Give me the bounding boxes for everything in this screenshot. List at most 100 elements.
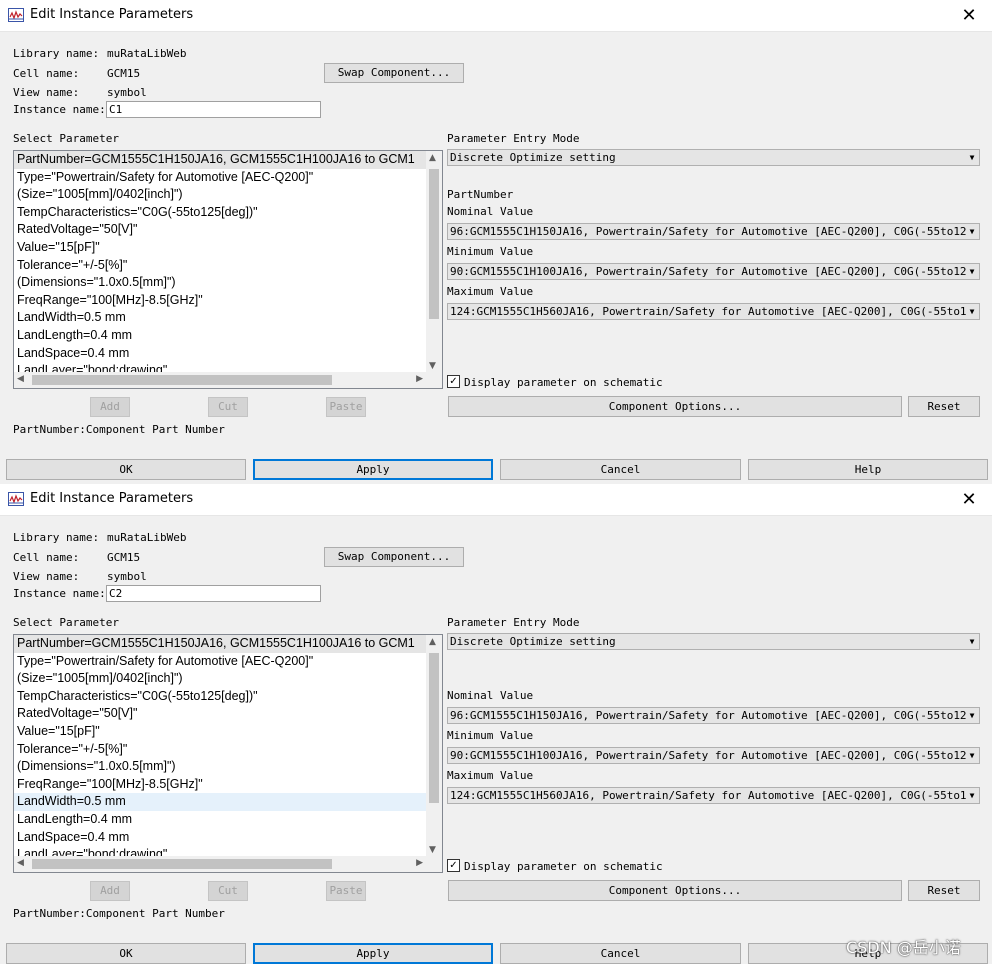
view-name-label: View name: <box>13 570 80 583</box>
list-item[interactable]: (Size="1005[mm]/0402[inch]") <box>14 670 426 688</box>
scroll-thumb[interactable] <box>32 859 332 869</box>
maximum-value-label: Maximum Value <box>447 769 534 782</box>
horizontal-scrollbar[interactable]: ◀ ▶ <box>14 856 426 872</box>
list-item[interactable]: Tolerance="+/-5[%]" <box>14 257 426 275</box>
instance-name-input[interactable]: C2 <box>106 585 321 602</box>
chevron-down-icon[interactable]: ▼ <box>429 845 436 855</box>
close-icon[interactable]: ✕ <box>946 484 992 515</box>
close-icon[interactable]: ✕ <box>946 0 992 31</box>
cut-button[interactable]: Cut <box>208 881 248 901</box>
add-button[interactable]: Add <box>90 397 130 417</box>
list-item[interactable]: LandSpace=0.4 mm <box>14 345 426 363</box>
help-button[interactable]: Help <box>748 459 988 480</box>
edit-instance-dialog-c2: Edit Instance Parameters ✕ Library name:… <box>0 484 992 964</box>
paste-button[interactable]: Paste <box>326 397 366 417</box>
horizontal-scrollbar[interactable]: ◀ ▶ <box>14 372 426 388</box>
list-item[interactable]: LandSpace=0.4 mm <box>14 829 426 847</box>
parameter-list[interactable]: PartNumber=GCM1555C1H150JA16, GCM1555C1H… <box>13 634 443 873</box>
list-item[interactable]: LandWidth=0.5 mm <box>14 793 426 811</box>
list-item[interactable]: LandWidth=0.5 mm <box>14 309 426 327</box>
swap-component-button[interactable]: Swap Component... <box>324 547 464 567</box>
entry-mode-value: Discrete Optimize setting <box>450 635 616 648</box>
chevron-up-icon[interactable]: ▲ <box>429 637 436 647</box>
chevron-left-icon[interactable]: ◀ <box>17 374 24 384</box>
list-item[interactable]: LandLength=0.4 mm <box>14 327 426 345</box>
component-options-button[interactable]: Component Options... <box>448 396 902 417</box>
instance-name-label: Instance name: <box>13 103 106 116</box>
list-item[interactable]: Value="15[pF]" <box>14 239 426 257</box>
add-button[interactable]: Add <box>90 881 130 901</box>
nominal-value-dropdown[interactable]: 96:GCM1555C1H150JA16, Powertrain/Safety … <box>447 223 980 240</box>
minimum-value-dropdown[interactable]: 90:GCM1555C1H100JA16, Powertrain/Safety … <box>447 747 980 764</box>
list-item[interactable]: PartNumber=GCM1555C1H150JA16, GCM1555C1H… <box>14 635 426 653</box>
vertical-scrollbar[interactable]: ▲ ▼ <box>426 635 442 856</box>
list-item[interactable]: LandLength=0.4 mm <box>14 811 426 829</box>
cut-button[interactable]: Cut <box>208 397 248 417</box>
list-item[interactable]: TempCharacteristics="C0G(-55to125[deg])" <box>14 204 426 222</box>
cell-name-value: GCM15 <box>107 67 141 80</box>
ok-button[interactable]: OK <box>6 943 246 964</box>
watermark: CSDN @岳小诺 <box>846 938 961 957</box>
reset-button[interactable]: Reset <box>908 396 980 417</box>
apply-button[interactable]: Apply <box>253 459 493 480</box>
nominal-value-dropdown[interactable]: 96:GCM1555C1H150JA16, Powertrain/Safety … <box>447 707 980 724</box>
cancel-button[interactable]: Cancel <box>500 943 741 964</box>
scroll-thumb[interactable] <box>429 169 439 319</box>
chevron-down-icon[interactable]: ▼ <box>429 361 436 371</box>
title-bar: Edit Instance Parameters ✕ <box>0 0 992 32</box>
entry-mode-dropdown[interactable]: Discrete Optimize setting ▼ <box>447 149 980 166</box>
chevron-down-icon: ▼ <box>969 711 975 720</box>
view-name-label: View name: <box>13 86 80 99</box>
vertical-scrollbar[interactable]: ▲ ▼ <box>426 151 442 372</box>
list-item[interactable]: RatedVoltage="50[V]" <box>14 221 426 239</box>
chevron-up-icon[interactable]: ▲ <box>429 153 436 163</box>
maximum-value-label: Maximum Value <box>447 285 534 298</box>
list-item[interactable]: LandLayer="bond:drawing" <box>14 362 426 372</box>
list-item[interactable]: Value="15[pF]" <box>14 723 426 741</box>
paste-button[interactable]: Paste <box>326 881 366 901</box>
display-on-schematic-checkbox[interactable]: ✓ <box>447 375 460 388</box>
parameter-list[interactable]: PartNumber=GCM1555C1H150JA16, GCM1555C1H… <box>13 150 443 389</box>
apply-button[interactable]: Apply <box>253 943 493 964</box>
chevron-down-icon: ▼ <box>969 227 975 236</box>
display-on-schematic-checkbox[interactable]: ✓ <box>447 859 460 872</box>
reset-button[interactable]: Reset <box>908 880 980 901</box>
list-item[interactable]: (Size="1005[mm]/0402[inch]") <box>14 186 426 204</box>
instance-name-label: Instance name: <box>13 587 106 600</box>
select-parameter-label: Select Parameter <box>13 132 119 145</box>
cancel-button[interactable]: Cancel <box>500 459 741 480</box>
list-item[interactable]: FreqRange="100[MHz]-8.5[GHz]" <box>14 292 426 310</box>
entry-mode-dropdown[interactable]: Discrete Optimize setting ▼ <box>447 633 980 650</box>
list-item[interactable]: (Dimensions="1.0x0.5[mm]") <box>14 274 426 292</box>
scroll-thumb[interactable] <box>429 653 439 803</box>
list-item[interactable]: LandLayer="bond:drawing" <box>14 846 426 856</box>
component-options-button[interactable]: Component Options... <box>448 880 902 901</box>
parameter-description: PartNumber:Component Part Number <box>13 907 225 920</box>
chevron-left-icon[interactable]: ◀ <box>17 858 24 868</box>
scroll-thumb[interactable] <box>32 375 332 385</box>
list-item[interactable]: Tolerance="+/-5[%]" <box>14 741 426 759</box>
list-item[interactable]: (Dimensions="1.0x0.5[mm]") <box>14 758 426 776</box>
list-item[interactable]: Type="Powertrain/Safety for Automotive [… <box>14 169 426 187</box>
parameter-list-items: PartNumber=GCM1555C1H150JA16, GCM1555C1H… <box>14 151 426 372</box>
maximum-value-dropdown[interactable]: 124:GCM1555C1H560JA16, Powertrain/Safety… <box>447 787 980 804</box>
nominal-value-label: Nominal Value <box>447 205 534 218</box>
chevron-down-icon: ▼ <box>969 153 975 162</box>
nominal-value: 96:GCM1555C1H150JA16, Powertrain/Safety … <box>450 709 967 722</box>
list-item[interactable]: PartNumber=GCM1555C1H150JA16, GCM1555C1H… <box>14 151 426 169</box>
window-title: Edit Instance Parameters <box>30 491 194 506</box>
waveform-app-icon <box>8 8 24 22</box>
list-item[interactable]: TempCharacteristics="C0G(-55to125[deg])" <box>14 688 426 706</box>
ok-button[interactable]: OK <box>6 459 246 480</box>
list-item[interactable]: FreqRange="100[MHz]-8.5[GHz]" <box>14 776 426 794</box>
chevron-right-icon[interactable]: ▶ <box>416 374 423 384</box>
minimum-value-dropdown[interactable]: 90:GCM1555C1H100JA16, Powertrain/Safety … <box>447 263 980 280</box>
minimum-value: 90:GCM1555C1H100JA16, Powertrain/Safety … <box>450 265 967 278</box>
list-item[interactable]: Type="Powertrain/Safety for Automotive [… <box>14 653 426 671</box>
chevron-right-icon[interactable]: ▶ <box>416 858 423 868</box>
list-item[interactable]: RatedVoltage="50[V]" <box>14 705 426 723</box>
parameter-list-items: PartNumber=GCM1555C1H150JA16, GCM1555C1H… <box>14 635 426 856</box>
instance-name-input[interactable]: C1 <box>106 101 321 118</box>
maximum-value-dropdown[interactable]: 124:GCM1555C1H560JA16, Powertrain/Safety… <box>447 303 980 320</box>
swap-component-button[interactable]: Swap Component... <box>324 63 464 83</box>
